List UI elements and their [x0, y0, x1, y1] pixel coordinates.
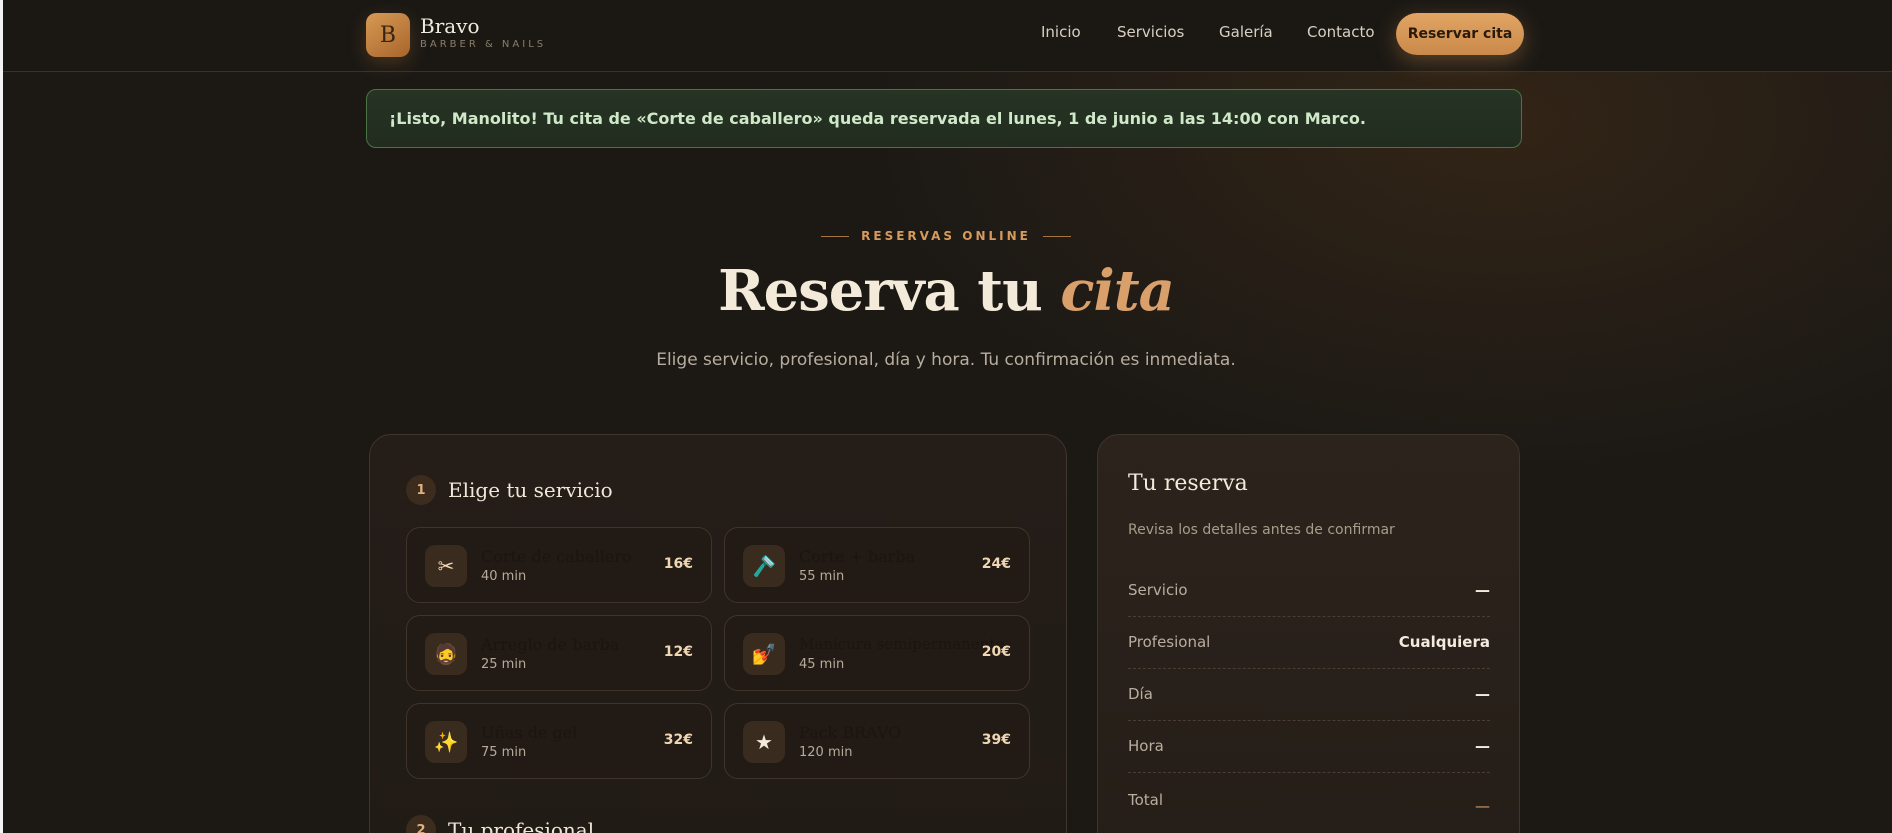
service-duration: 120 min: [799, 745, 853, 760]
nav-item-galeria[interactable]: Galería: [1219, 23, 1273, 41]
summary-key: Hora: [1128, 737, 1164, 755]
section-eyebrow: RESERVAS ONLINE: [0, 229, 1892, 243]
service-duration: 25 min: [481, 657, 527, 672]
service-card[interactable]: 🧔 Arreglo de barba 25 min 12€: [406, 615, 712, 691]
summary-subtitle: Revisa los detalles antes de confirmar: [1128, 522, 1395, 538]
page-title-accent: cita: [1060, 258, 1175, 324]
service-card[interactable]: ★ Pack BRAVO 120 min 39€: [724, 703, 1030, 779]
service-price: 12€: [663, 644, 693, 660]
service-duration: 40 min: [481, 569, 527, 584]
summary-value: —: [1475, 581, 1490, 599]
brand[interactable]: Bravo BARBER & NAILS: [420, 15, 546, 50]
eyebrow-text: RESERVAS ONLINE: [861, 229, 1031, 243]
service-name: Manicura semipermanente: [799, 635, 1005, 653]
service-name: Pack BRAVO: [799, 723, 902, 742]
alert-message: ¡Listo, Manolito! Tu cita de «Corte de c…: [389, 109, 1366, 128]
service-price: 20€: [981, 644, 1011, 660]
service-name: Arreglo de barba: [481, 635, 620, 654]
summary-key: Profesional: [1128, 633, 1211, 651]
sparkles-icon: ✨: [425, 721, 467, 763]
service-price: 39€: [981, 732, 1011, 748]
bearded-person-icon: 🧔: [425, 633, 467, 675]
nav-item-inicio[interactable]: Inicio: [1041, 23, 1081, 41]
summary-row-day: Día —: [1128, 669, 1490, 721]
page-title: Reserva tu cita: [0, 258, 1892, 324]
service-price: 32€: [663, 732, 693, 748]
step-number: 2: [406, 815, 436, 833]
summary-value: —: [1475, 797, 1490, 815]
summary-key: Día: [1128, 685, 1153, 703]
summary-row-total: Total —: [1128, 775, 1490, 827]
step-professional-header: 2 Tu profesional: [406, 815, 594, 833]
service-price: 24€: [981, 556, 1011, 572]
step-number: 1: [406, 475, 436, 505]
step-label: Elige tu servicio: [448, 478, 613, 502]
razor-icon: 🪒: [743, 545, 785, 587]
top-navbar: B Bravo BARBER & NAILS Inicio Servicios …: [3, 0, 1892, 72]
summary-key: Total: [1128, 791, 1164, 809]
summary-row-service: Servicio —: [1128, 565, 1490, 617]
service-duration: 45 min: [799, 657, 845, 672]
booking-form-panel: 1 Elige tu servicio ✂ Corte de caballero…: [369, 434, 1067, 833]
eyebrow-line-left: [821, 236, 850, 237]
service-name: Corte + barba: [799, 547, 916, 566]
service-card[interactable]: 💅 Manicura semipermanente 45 min 20€: [724, 615, 1030, 691]
page-title-main: Reserva tu: [718, 258, 1043, 324]
booking-summary-panel: Tu reserva Revisa los detalles antes de …: [1097, 434, 1520, 833]
summary-value: —: [1475, 685, 1490, 703]
step-label: Tu profesional: [448, 818, 595, 833]
service-price: 16€: [663, 556, 693, 572]
service-card[interactable]: 🪒 Corte + barba 55 min 24€: [724, 527, 1030, 603]
summary-row-professional: Profesional Cualquiera: [1128, 617, 1490, 669]
step-service-header: 1 Elige tu servicio: [406, 475, 613, 505]
book-appointment-button[interactable]: Reservar cita: [1396, 13, 1524, 55]
booking-confirmation-alert: ¡Listo, Manolito! Tu cita de «Corte de c…: [366, 89, 1522, 148]
eyebrow-line-right: [1042, 236, 1071, 237]
brand-name: Bravo: [420, 14, 480, 38]
service-card[interactable]: ✨ Uñas de gel 75 min 32€: [406, 703, 712, 779]
summary-row-time: Hora —: [1128, 721, 1490, 773]
service-name: Uñas de gel: [481, 723, 578, 742]
summary-value: —: [1475, 737, 1490, 755]
summary-value: Cualquiera: [1398, 633, 1490, 651]
logo-mark[interactable]: B: [366, 13, 410, 57]
brand-tagline: BARBER & NAILS: [420, 39, 547, 50]
service-duration: 55 min: [799, 569, 845, 584]
summary-key: Servicio: [1128, 581, 1188, 599]
page-subtitle: Elige servicio, profesional, día y hora.…: [656, 350, 1236, 370]
nav-item-servicios[interactable]: Servicios: [1117, 23, 1184, 41]
nail-polish-icon: 💅: [743, 633, 785, 675]
scissors-icon: ✂: [425, 545, 467, 587]
star-icon: ★: [743, 721, 785, 763]
service-name: Corte de caballero: [481, 547, 632, 566]
service-duration: 75 min: [481, 745, 527, 760]
window-edge: [0, 0, 3, 833]
service-card[interactable]: ✂ Corte de caballero 40 min 16€: [406, 527, 712, 603]
nav-item-contacto[interactable]: Contacto: [1307, 23, 1375, 41]
summary-title: Tu reserva: [1128, 471, 1248, 496]
